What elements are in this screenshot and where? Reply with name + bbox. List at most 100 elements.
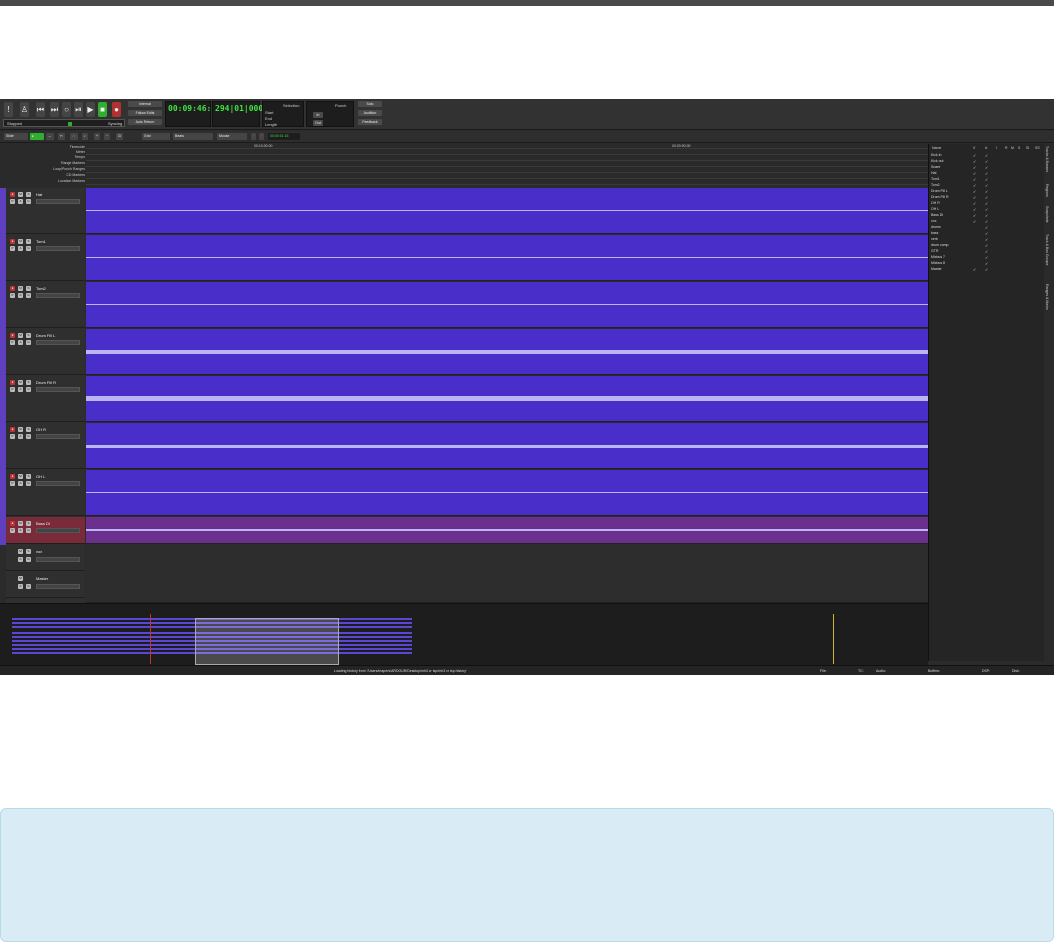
record-arm-button[interactable]: ●: [10, 333, 15, 338]
visible-check[interactable]: ✓: [973, 159, 976, 164]
track-name[interactable]: Drum Fill R: [36, 380, 56, 385]
visible-check[interactable]: ✓: [973, 207, 976, 212]
audio-region-waveform[interactable]: [86, 396, 928, 401]
visible-check[interactable]: ✓: [973, 189, 976, 194]
feedback-button[interactable]: Feedback: [358, 119, 382, 125]
primary-clock[interactable]: 00:09:46:00: [165, 101, 221, 127]
list-item[interactable]: Mixbus 8 ✓: [931, 261, 1043, 267]
track-header-oh-l[interactable]: ● M S P A G OH L: [6, 470, 85, 516]
active-check[interactable]: ✓: [985, 243, 988, 248]
automation-button[interactable]: A: [18, 387, 23, 392]
visible-check[interactable]: ✓: [973, 153, 976, 158]
audio-region-waveform[interactable]: [86, 257, 928, 258]
stretch-tool-icon[interactable]: ⇔: [70, 133, 78, 140]
punch-in-button[interactable]: In: [313, 112, 323, 118]
solo-button[interactable]: S: [26, 474, 31, 479]
list-item[interactable]: Drum Fill R ✓ ✓: [931, 195, 1043, 201]
nudge-clock[interactable]: 00:00:01:15: [268, 133, 300, 140]
visible-check[interactable]: ✓: [973, 195, 976, 200]
active-check[interactable]: ✓: [985, 195, 988, 200]
range-tool-icon[interactable]: ↔: [46, 133, 54, 140]
audition-button[interactable]: Audition: [358, 110, 382, 116]
group-button[interactable]: G: [26, 340, 31, 345]
solo-button[interactable]: S: [26, 239, 31, 244]
list-item[interactable]: OH R ✓ ✓: [931, 201, 1043, 207]
record-icon[interactable]: ●: [112, 102, 121, 117]
follow-edits-button[interactable]: Follow Edits: [128, 110, 162, 116]
stop-icon[interactable]: ■: [98, 102, 107, 117]
active-check[interactable]: ✓: [985, 177, 988, 182]
list-item[interactable]: Kick out ✓ ✓: [931, 159, 1043, 165]
mute-button[interactable]: M: [18, 549, 23, 554]
automation-button[interactable]: A: [18, 199, 23, 204]
group-button[interactable]: G: [26, 387, 31, 392]
automation-button[interactable]: A: [18, 557, 23, 562]
playlist-button[interactable]: P: [10, 387, 15, 392]
mute-button[interactable]: M: [18, 474, 23, 479]
audio-region-waveform[interactable]: [86, 350, 928, 354]
record-arm-button[interactable]: ●: [10, 521, 15, 526]
solo-button[interactable]: S: [26, 521, 31, 526]
visible-check[interactable]: ✓: [973, 201, 976, 206]
play-icon[interactable]: ▶: [86, 102, 95, 117]
audio-region-waveform[interactable]: [86, 492, 928, 493]
gain-fader[interactable]: [36, 481, 80, 486]
alert-icon[interactable]: !: [4, 102, 13, 117]
playlist-button[interactable]: P: [10, 434, 15, 439]
track-header-master[interactable]: M A G Master: [6, 572, 85, 598]
gain-fader[interactable]: [36, 528, 80, 533]
track-name[interactable]: Master: [36, 576, 48, 581]
active-check[interactable]: ✓: [985, 183, 988, 188]
goto-end-icon[interactable]: ⏭: [50, 102, 59, 117]
loop-icon[interactable]: ○: [62, 102, 71, 117]
track-header-hat[interactable]: ● M S P A G Hat: [6, 188, 85, 234]
track-name[interactable]: OH L: [36, 474, 45, 479]
gain-fader[interactable]: [36, 199, 80, 204]
zoom-fit-icon[interactable]: ⊡: [116, 133, 123, 140]
gain-fader[interactable]: [36, 387, 80, 392]
zoom-in-icon[interactable]: +: [94, 133, 101, 140]
grid-select[interactable]: Grid: [142, 133, 170, 140]
visible-check[interactable]: ✓: [973, 165, 976, 170]
mute-button[interactable]: M: [18, 427, 23, 432]
list-item[interactable]: drum comp ✓: [931, 243, 1043, 249]
list-item[interactable]: Master ✓ ✓: [931, 267, 1043, 273]
gain-fader[interactable]: [36, 246, 80, 251]
active-check[interactable]: ✓: [985, 153, 988, 158]
track-name[interactable]: Tom1: [36, 239, 46, 244]
playlist-button[interactable]: P: [10, 528, 15, 533]
automation-button[interactable]: A: [18, 528, 23, 533]
internal-button[interactable]: Internal: [128, 101, 162, 107]
track-lane-oh-r[interactable]: [86, 423, 928, 469]
solo-button[interactable]: S: [26, 549, 31, 554]
zoom-out-icon[interactable]: −: [104, 133, 111, 140]
solo-button[interactable]: S: [26, 427, 31, 432]
audio-region-waveform[interactable]: [86, 529, 928, 531]
audio-region-waveform[interactable]: [86, 210, 928, 211]
record-arm-button[interactable]: ●: [10, 427, 15, 432]
track-lane-tom1[interactable]: [86, 235, 928, 281]
range-markers-ruler[interactable]: [86, 162, 928, 167]
list-item[interactable]: Tom1 ✓ ✓: [931, 177, 1043, 183]
tab-regions[interactable]: Regions: [1045, 184, 1049, 197]
group-button[interactable]: G: [26, 199, 31, 204]
solo-button[interactable]: S: [26, 333, 31, 338]
secondary-clock[interactable]: 294|01|0000: [212, 101, 268, 127]
track-lane-drum-fill-r[interactable]: [86, 376, 928, 422]
group-button[interactable]: G: [26, 481, 31, 486]
group-button[interactable]: G: [26, 434, 31, 439]
track-header-bass-di[interactable]: ● M S P A G Bass DI: [6, 517, 85, 544]
list-item[interactable]: vox ✓ ✓: [931, 219, 1043, 225]
empty-track-area[interactable]: [86, 545, 928, 603]
list-item[interactable]: Hat ✓ ✓: [931, 171, 1043, 177]
active-check[interactable]: ✓: [985, 225, 988, 230]
metronome-icon[interactable]: ♙: [20, 102, 29, 117]
playlist-button[interactable]: P: [10, 246, 15, 251]
audition-tool-icon[interactable]: ♪: [82, 133, 88, 140]
mute-button[interactable]: M: [18, 286, 23, 291]
audio-region-waveform[interactable]: [86, 445, 928, 448]
cut-tool-icon[interactable]: ✂: [58, 133, 65, 140]
gain-fader[interactable]: [36, 434, 80, 439]
play-range-icon[interactable]: ⏯: [74, 102, 83, 117]
cd-markers-ruler[interactable]: [86, 174, 928, 179]
